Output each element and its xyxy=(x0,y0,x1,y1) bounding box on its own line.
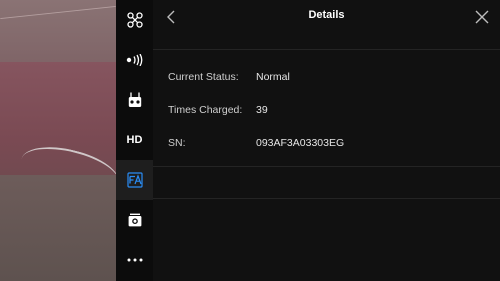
times-charged-value: 39 xyxy=(256,104,268,116)
serial-number-value: 093AF3A03303EG xyxy=(256,137,345,149)
panel-header: Details xyxy=(153,0,500,34)
page-title: Details xyxy=(308,9,345,21)
bottom-divider xyxy=(153,198,500,199)
camera-feed xyxy=(0,0,124,281)
signal-transmission-icon xyxy=(126,54,142,66)
aircraft-icon xyxy=(126,12,143,28)
sidebar-item-remote-controller[interactable] xyxy=(116,80,153,120)
camera-icon xyxy=(128,213,141,227)
app-screen: HD Details Current Status: Normal Times … xyxy=(0,0,500,281)
section-divider xyxy=(153,166,500,167)
more-icon xyxy=(127,258,142,262)
close-icon xyxy=(475,10,489,24)
current-status-value: Normal xyxy=(256,71,290,83)
sidebar-item-aircraft[interactable] xyxy=(116,0,153,40)
current-status-label: Current Status: xyxy=(168,71,239,83)
battery-settings-icon xyxy=(126,172,143,188)
sidebar-item-transmission[interactable] xyxy=(116,40,153,80)
camera-feed-wall xyxy=(0,0,116,70)
sidebar-item-hd[interactable]: HD xyxy=(116,120,153,160)
sidebar-item-camera[interactable] xyxy=(116,200,153,240)
header-divider xyxy=(153,49,500,50)
close-button[interactable] xyxy=(472,6,492,28)
settings-sidebar: HD xyxy=(116,0,153,281)
remote-controller-icon xyxy=(128,92,141,107)
sidebar-item-battery[interactable] xyxy=(116,160,153,200)
serial-number-label: SN: xyxy=(168,137,186,149)
sidebar-item-more[interactable] xyxy=(116,240,153,280)
times-charged-label: Times Charged: xyxy=(168,104,243,116)
hd-icon: HD xyxy=(126,134,143,146)
details-panel: Details Current Status: Normal Times Cha… xyxy=(153,0,500,281)
